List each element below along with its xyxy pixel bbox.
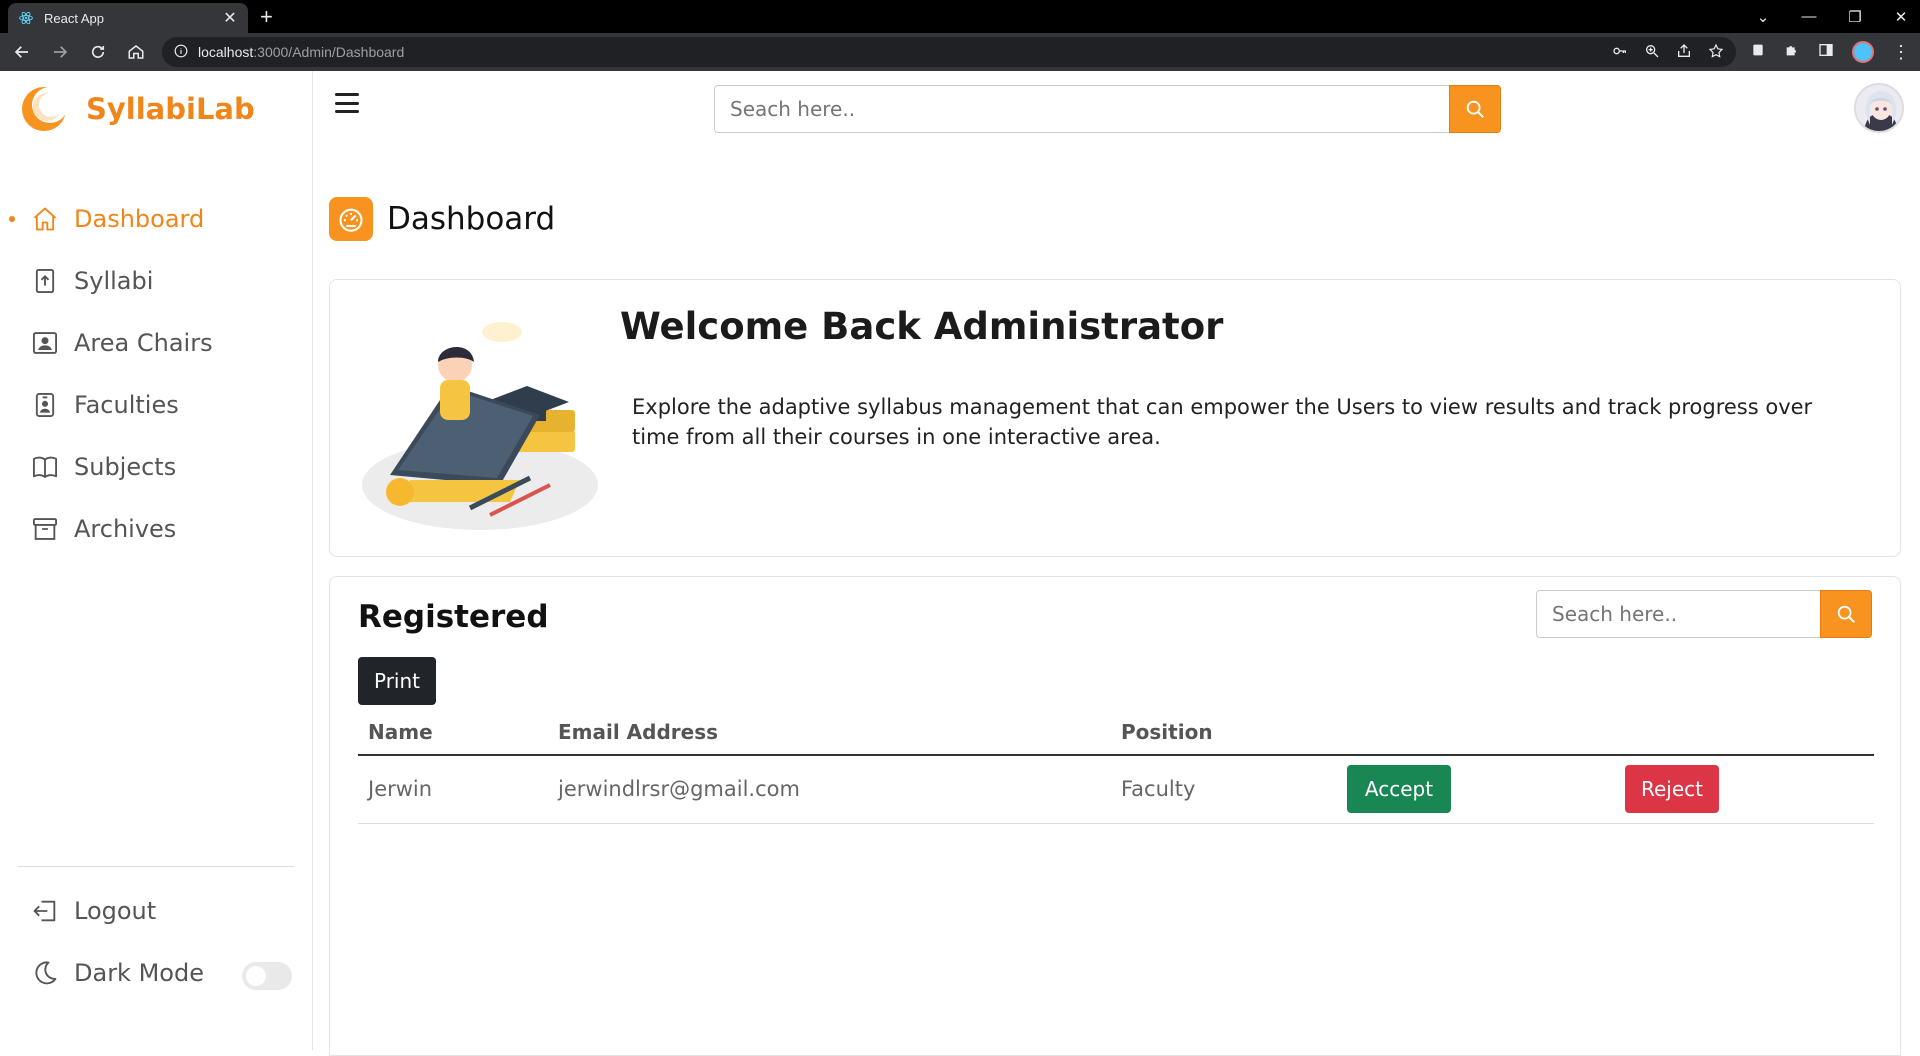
- extension-icon[interactable]: [1750, 42, 1766, 63]
- print-button[interactable]: Print: [358, 657, 437, 705]
- sidebar-item-syllabi[interactable]: Syllabi: [0, 250, 312, 312]
- registered-table: Name Email Address Position Jerwin jerwi…: [358, 709, 1874, 824]
- header-search-input[interactable]: [714, 85, 1449, 133]
- sidebar-item-label: Syllabi: [74, 267, 154, 295]
- search-icon: [1837, 605, 1855, 623]
- zoom-icon[interactable]: [1644, 43, 1660, 62]
- registered-card: Registered Print Name Email Address Posi…: [329, 576, 1901, 1056]
- page-header: Dashboard: [329, 197, 555, 241]
- browser-tab-bar: React App ✕ + ⌄ — ❐ ✕: [0, 0, 1920, 33]
- sidebar-item-dashboard[interactable]: Dashboard: [0, 188, 312, 250]
- column-header-name: Name: [358, 709, 548, 756]
- back-icon[interactable]: [10, 40, 34, 64]
- welcome-illustration: [362, 322, 598, 530]
- accept-button[interactable]: Accept: [1347, 765, 1451, 814]
- logout-icon: [30, 896, 60, 926]
- home-browser-icon[interactable]: [124, 40, 148, 64]
- speedometer-icon: [329, 197, 373, 241]
- browser-menu-icon[interactable]: ⋮: [1892, 42, 1910, 63]
- file-upload-icon: [30, 266, 60, 296]
- sidebar: SyllabiLab Dashboard Syllabi Area Chairs: [0, 71, 313, 1050]
- cell-email: jerwindlrsr@gmail.com: [548, 755, 1111, 824]
- puzzle-icon[interactable]: [1784, 42, 1800, 63]
- site-info-icon[interactable]: [174, 44, 188, 61]
- reject-button[interactable]: Reject: [1625, 765, 1719, 814]
- sidebar-item-area-chairs[interactable]: Area Chairs: [0, 312, 312, 374]
- bookmark-star-icon[interactable]: [1708, 43, 1724, 62]
- new-tab-icon[interactable]: +: [260, 4, 273, 30]
- search-icon: [1466, 100, 1484, 118]
- side-panel-icon[interactable]: [1818, 42, 1834, 63]
- minimize-icon[interactable]: —: [1800, 8, 1818, 25]
- registered-search-button[interactable]: [1820, 590, 1872, 638]
- menu-toggle-icon[interactable]: [335, 93, 359, 113]
- brand-name: SyllabiLab: [86, 92, 255, 126]
- dark-mode-toggle[interactable]: [242, 962, 292, 990]
- column-header-accept: [1337, 709, 1615, 756]
- home-icon: [30, 204, 60, 234]
- welcome-card: Welcome Back Administrator Explore the a…: [329, 279, 1901, 557]
- column-header-reject: [1615, 709, 1874, 756]
- url-host: localhost: [198, 44, 254, 60]
- dark-mode-row: Dark Mode: [0, 942, 312, 1004]
- share-icon[interactable]: [1676, 43, 1692, 62]
- brand[interactable]: SyllabiLab: [0, 71, 312, 147]
- forward-icon[interactable]: [48, 40, 72, 64]
- table-row: Jerwin jerwindlrsr@gmail.com Faculty Acc…: [358, 755, 1874, 824]
- url-path: :3000/Admin/Dashboard: [253, 44, 405, 60]
- browser-profile-avatar[interactable]: [1852, 41, 1874, 63]
- dark-mode-label: Dark Mode: [74, 959, 204, 987]
- sidebar-bottom-menu: Logout Dark Mode: [0, 880, 312, 1004]
- main-content: Dashboard Welcome Back Administrat: [313, 71, 1920, 1056]
- app-root: SyllabiLab Dashboard Syllabi Area Chairs: [0, 71, 1920, 1056]
- sidebar-divider: [18, 866, 294, 867]
- column-header-email: Email Address: [548, 709, 1111, 756]
- browser-tab[interactable]: React App ✕: [8, 3, 248, 33]
- cell-reject: Reject: [1615, 755, 1874, 824]
- sidebar-item-label: Subjects: [74, 453, 177, 481]
- sidebar-item-label: Faculties: [74, 391, 179, 419]
- key-icon[interactable]: [1612, 43, 1628, 62]
- registered-title: Registered: [358, 599, 549, 635]
- sidebar-item-label: Dashboard: [74, 205, 205, 233]
- book-icon: [30, 452, 60, 482]
- sidebar-item-label: Archives: [74, 515, 177, 543]
- page-title: Dashboard: [387, 201, 556, 237]
- restore-icon[interactable]: ❐: [1846, 8, 1864, 26]
- registered-search: [1536, 590, 1872, 638]
- welcome-title: Welcome Back Administrator: [620, 305, 1224, 348]
- sidebar-item-faculties[interactable]: Faculties: [0, 374, 312, 436]
- user-avatar[interactable]: [1854, 83, 1904, 133]
- logout-label: Logout: [74, 897, 157, 925]
- header-search: [714, 85, 1501, 133]
- sidebar-item-label: Area Chairs: [74, 329, 213, 357]
- reload-icon[interactable]: [86, 40, 110, 64]
- archive-icon: [30, 514, 60, 544]
- browser-toolbar: localhost:3000/Admin/Dashboard ⋮: [0, 33, 1920, 71]
- tab-search-icon[interactable]: ⌄: [1754, 8, 1772, 26]
- brand-logo-icon: [22, 87, 68, 131]
- welcome-text: Explore the adaptive syllabus management…: [632, 395, 1813, 449]
- cell-name: Jerwin: [358, 755, 548, 824]
- column-header-position: Position: [1111, 709, 1337, 756]
- cell-accept: Accept: [1337, 755, 1615, 824]
- sidebar-item-subjects[interactable]: Subjects: [0, 436, 312, 498]
- address-bar[interactable]: localhost:3000/Admin/Dashboard: [162, 37, 1736, 67]
- header-search-button[interactable]: [1449, 85, 1501, 133]
- react-icon: [18, 10, 34, 26]
- registered-search-input[interactable]: [1536, 590, 1820, 638]
- close-window-icon[interactable]: ✕: [1892, 8, 1910, 26]
- sidebar-menu: Dashboard Syllabi Area Chairs Faculties: [0, 188, 312, 560]
- close-tab-icon[interactable]: ✕: [222, 8, 238, 28]
- sidebar-item-archives[interactable]: Archives: [0, 498, 312, 560]
- person-card-icon: [30, 328, 60, 358]
- cell-position: Faculty: [1111, 755, 1337, 824]
- person-badge-icon: [30, 390, 60, 420]
- logout-button[interactable]: Logout: [0, 880, 312, 942]
- table-header-row: Name Email Address Position: [358, 709, 1874, 756]
- moon-icon: [30, 958, 60, 988]
- browser-tab-title: React App: [44, 10, 104, 26]
